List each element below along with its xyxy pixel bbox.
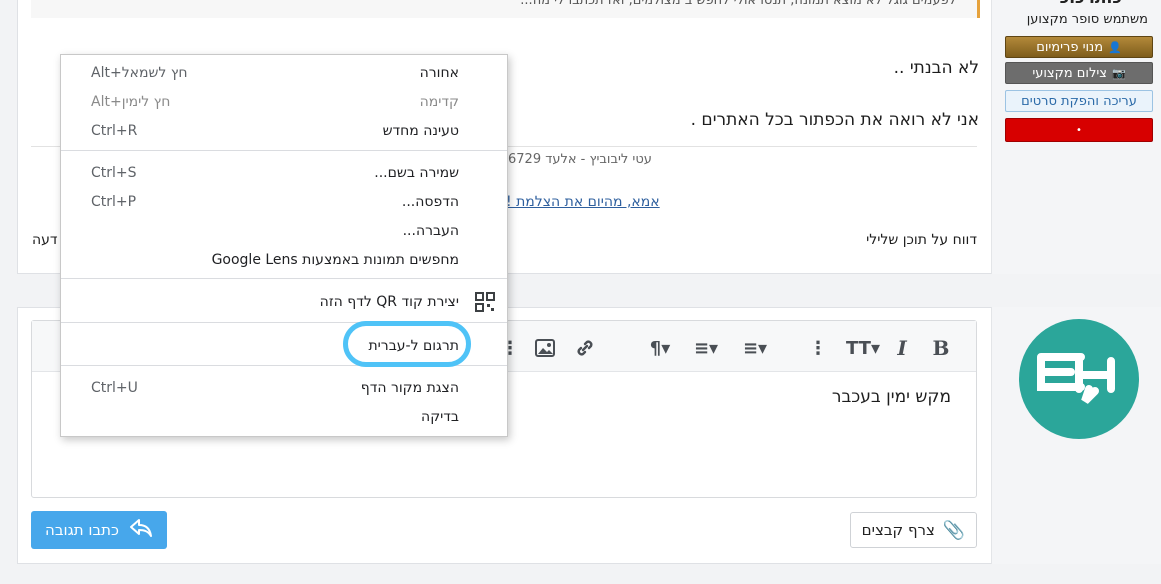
reactions-label[interactable]: דעה [32,232,58,248]
badge-red: • [1005,118,1153,142]
menu-item-reload[interactable]: טעינה מחדש Ctrl+R [61,117,507,146]
link-icon[interactable] [573,337,597,359]
signature-link[interactable]: אמא, מהיום את הצלמת ! [506,194,660,210]
menu-item-qr-code[interactable]: יצירת קוד QR לדף הזה [61,288,507,317]
attach-files-button[interactable]: 📎 צרף קבצים [850,512,977,548]
list-icon[interactable]: ≡▾ [735,337,775,359]
menu-item-save-as[interactable]: שמירה בשם... Ctrl+S [61,159,507,188]
paragraph-icon[interactable]: ¶▾ [642,337,678,359]
menu-item-back[interactable]: אחורה Alt+חץ לשמאל [61,59,507,88]
avatar[interactable] [1019,319,1139,439]
post-line-1: לא הבנתי .. [893,58,979,78]
qr-code-icon [475,292,495,316]
reply-button[interactable]: כתבו תגובה [31,511,167,549]
user-rank: משתמש סופר מקצוען [1026,12,1148,27]
menu-item-print[interactable]: הדפסה... Ctrl+P [61,188,507,217]
menu-item-cast[interactable]: העברה... [61,217,507,246]
more-vertical-icon[interactable]: ⋮ [809,337,827,359]
menu-separator [61,278,507,279]
post-line-2: אני לא רואה את הכפתור בכל האתרים . [690,110,979,130]
editor-text[interactable]: מקש ימין בעכבר [832,387,951,407]
paperclip-icon: 📎 [942,519,966,541]
badge-premium: 👤 מנוי פרימיום [1005,36,1153,58]
badge-editing: עריכה והפקת סרטים [1005,90,1153,112]
italic-icon[interactable]: I [891,336,913,360]
quote-text: לפעמים גוגל לא מוצא תמונה, תנסו אולי לחפ… [520,0,956,8]
menu-separator [61,150,507,151]
camera-icon: 📷 [1111,66,1126,80]
context-menu: אחורה Alt+חץ לשמאל קדימה Alt+חץ לימין טעינ… [60,54,508,437]
font-size-icon[interactable]: TT▾ [843,337,883,359]
bold-icon[interactable]: B [930,336,952,360]
align-icon[interactable]: ≡▾ [688,337,724,359]
user-icon: 👤 [1108,40,1122,54]
report-link[interactable]: דווח על תוכן שלילי [866,232,977,248]
reply-icon [129,518,153,542]
image-icon[interactable] [533,337,557,359]
logo-icon [1037,353,1115,404]
menu-item-google-lens[interactable]: מחפשים תמונות באמצעות Google Lens [61,246,507,275]
menu-item-inspect[interactable]: בדיקה [61,403,507,432]
menu-item-view-source[interactable]: הצגת מקור הדף Ctrl+U [61,374,507,403]
signature-meta: עטי ליבוביץ - אלעד 6729 [508,152,652,167]
highlight-circle [343,321,471,367]
username[interactable]: כותרכוכ [1060,0,1122,8]
badge-photo: 📷 צילום מקצועי [1005,62,1153,84]
menu-item-forward[interactable]: קדימה Alt+חץ לימין [61,88,507,117]
